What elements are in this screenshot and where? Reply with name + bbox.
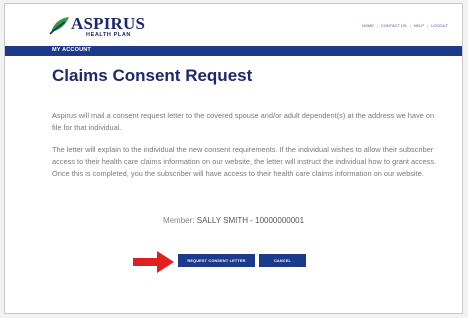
page-frame: ASPIRUS HEALTH PLAN HOME | CONTACT US | HELP… — [4, 3, 463, 314]
logo-wordmark: ASPIRUS — [71, 14, 146, 33]
request-consent-letter-button[interactable]: REQUEST CONSENT LETTER — [178, 254, 255, 267]
top-link-logout[interactable]: LOGOUT — [431, 23, 448, 28]
member-value: SALLY SMITH - 10000000001 — [196, 216, 305, 225]
link-separator: | — [376, 23, 378, 28]
intro-paragraph: Aspirus will mail a consent request lett… — [52, 111, 435, 132]
explanation-paragraph: The letter will explain to the individua… — [52, 145, 437, 178]
top-link-home[interactable]: HOME — [362, 23, 374, 28]
leaf-icon — [49, 17, 69, 35]
top-link-contact-us[interactable]: CONTACT US — [381, 23, 407, 28]
nav-bar: MY ACCOUNT — [5, 46, 462, 56]
logo-subtitle: HEALTH PLAN — [86, 32, 131, 38]
red-arrow-icon — [133, 251, 174, 273]
nav-my-account[interactable]: MY ACCOUNT — [52, 47, 91, 53]
logo[interactable]: ASPIRUS HEALTH PLAN — [49, 14, 145, 38]
top-link-help[interactable]: HELP — [414, 23, 424, 28]
top-links: HOME | CONTACT US | HELP | LOGOUT — [362, 23, 448, 28]
member-label: Member: — [162, 216, 195, 225]
cancel-button[interactable]: CANCEL — [259, 254, 306, 267]
page-title: Claims Consent Request — [52, 66, 253, 85]
link-separator: | — [427, 23, 429, 28]
member-info: Member: SALLY SMITH - 10000000001 — [5, 216, 462, 225]
site-header: ASPIRUS HEALTH PLAN HOME | CONTACT US | HELP… — [5, 4, 462, 46]
link-separator: | — [409, 23, 411, 28]
